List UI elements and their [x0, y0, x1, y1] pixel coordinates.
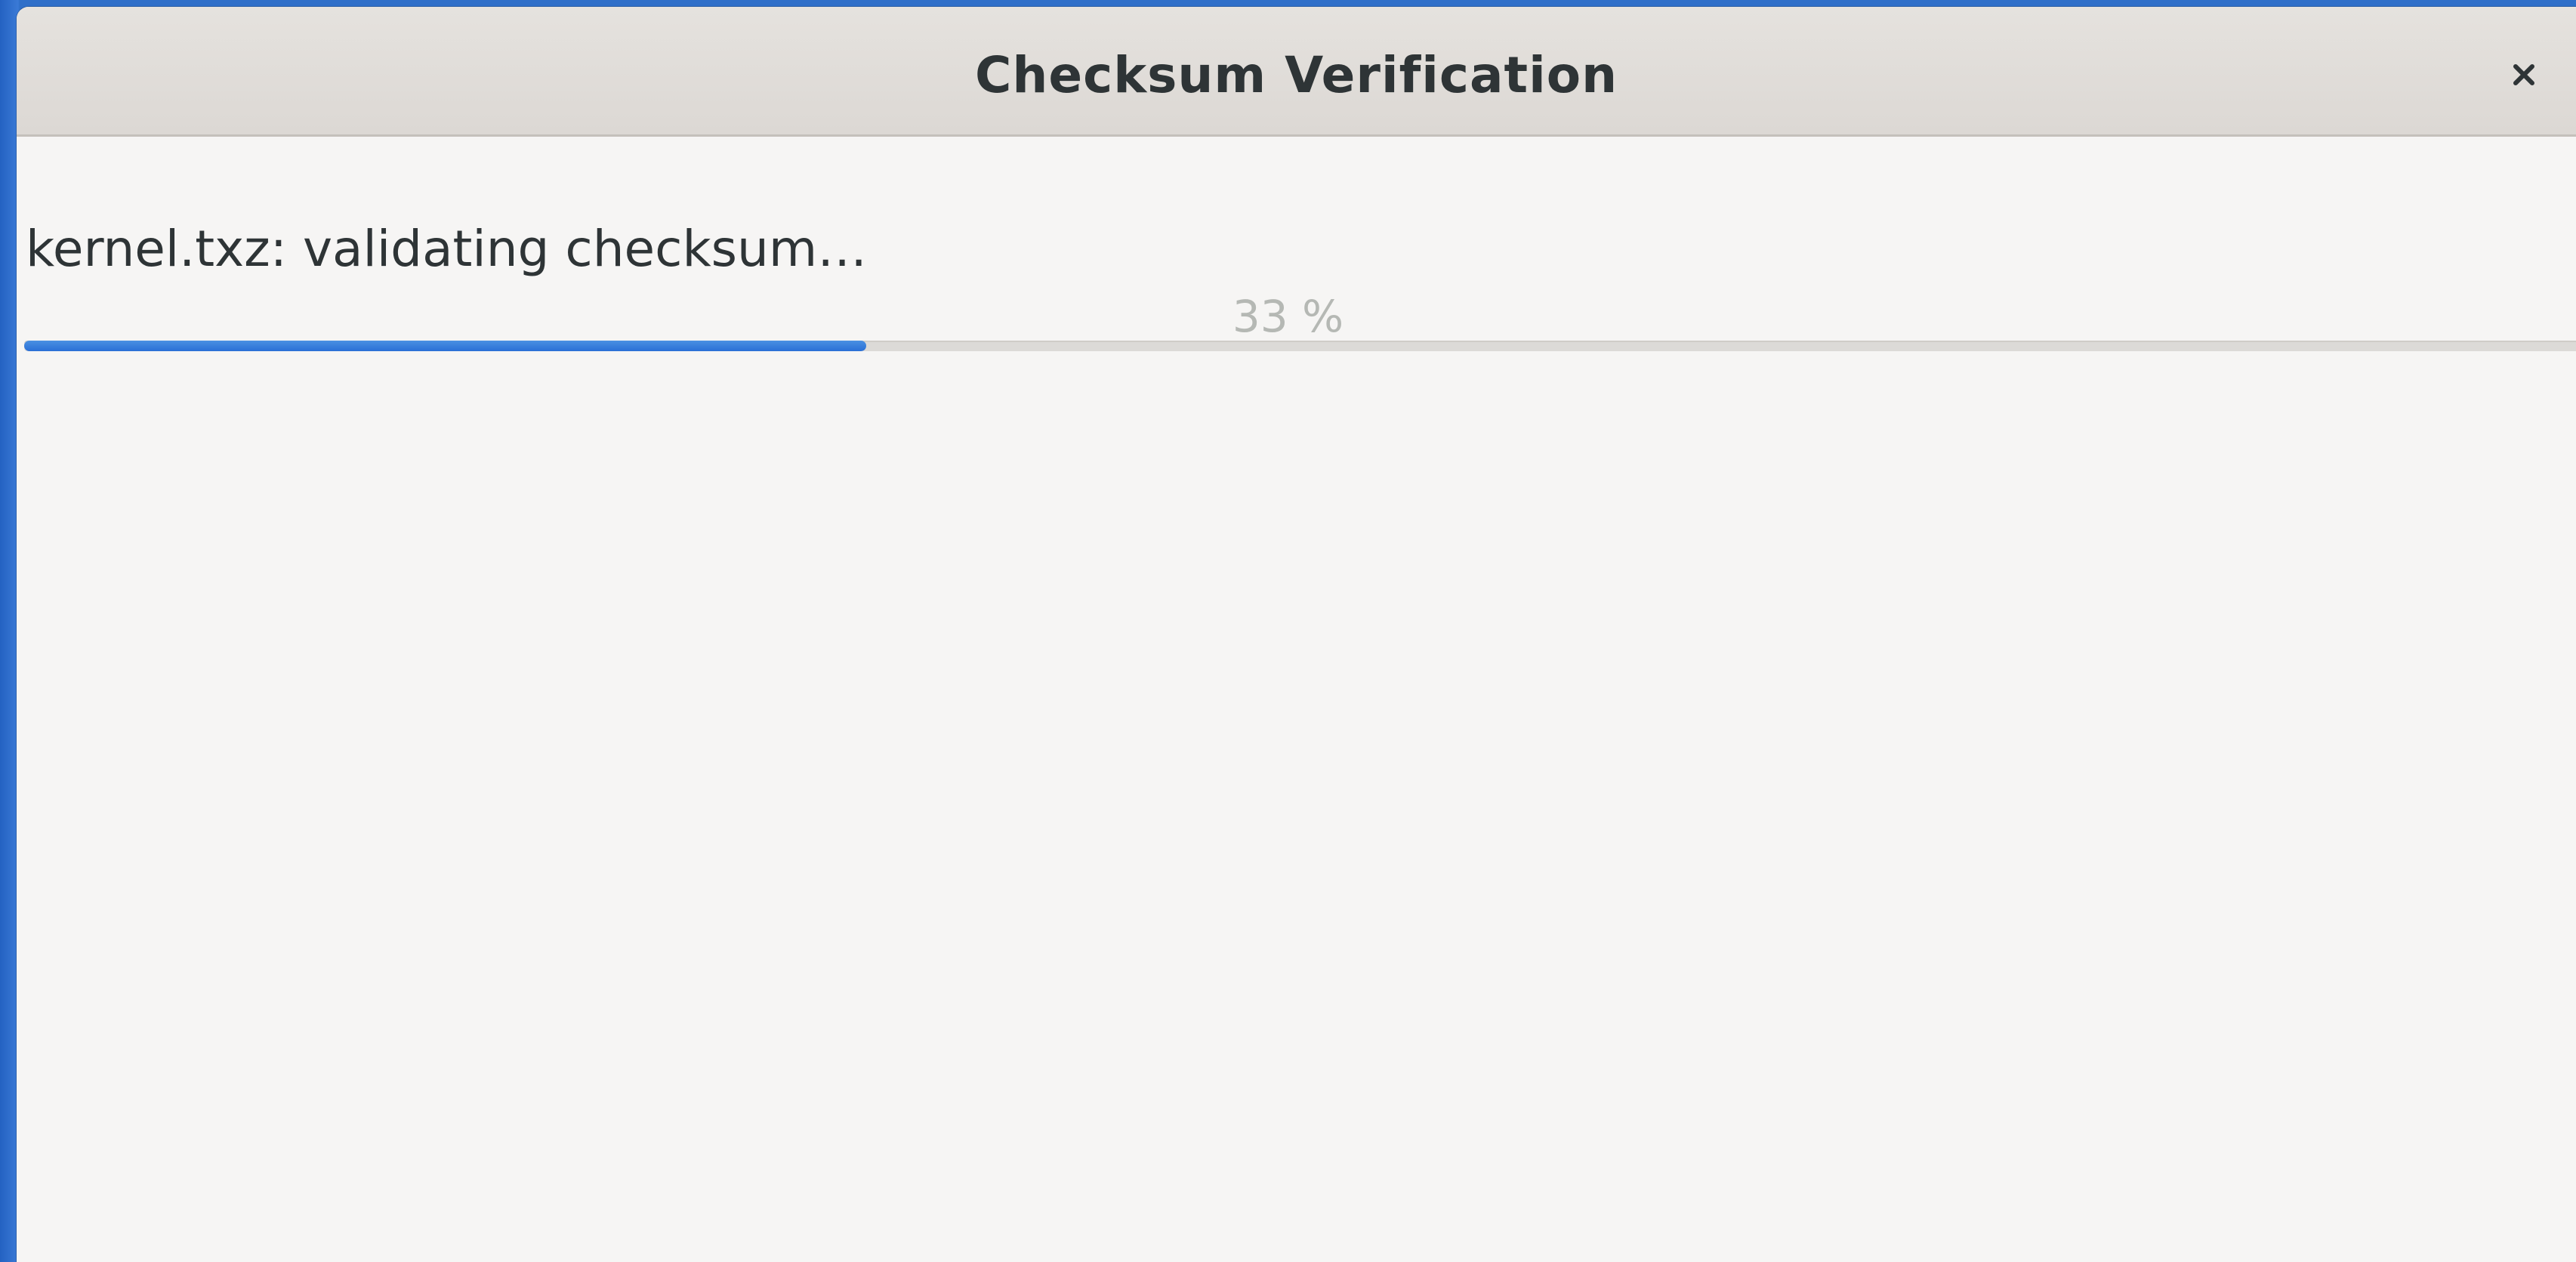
titlebar[interactable]: Checksum Verification: [17, 7, 2576, 137]
close-icon: [2513, 64, 2534, 85]
progress-status-text: kernel.txz: validating checksum…: [26, 220, 868, 278]
progress-bar: [24, 341, 2576, 351]
dialog-content: kernel.txz: validating checksum… 33 %: [17, 137, 2576, 1262]
window-title: Checksum Verification: [974, 46, 1618, 104]
progress-bar-fill: [24, 341, 867, 351]
progress-percent-label: 33 %: [1232, 291, 1344, 342]
close-button[interactable]: [2501, 52, 2547, 97]
dialog-window: Checksum Verification kernel.txz: valida…: [17, 7, 2576, 1262]
